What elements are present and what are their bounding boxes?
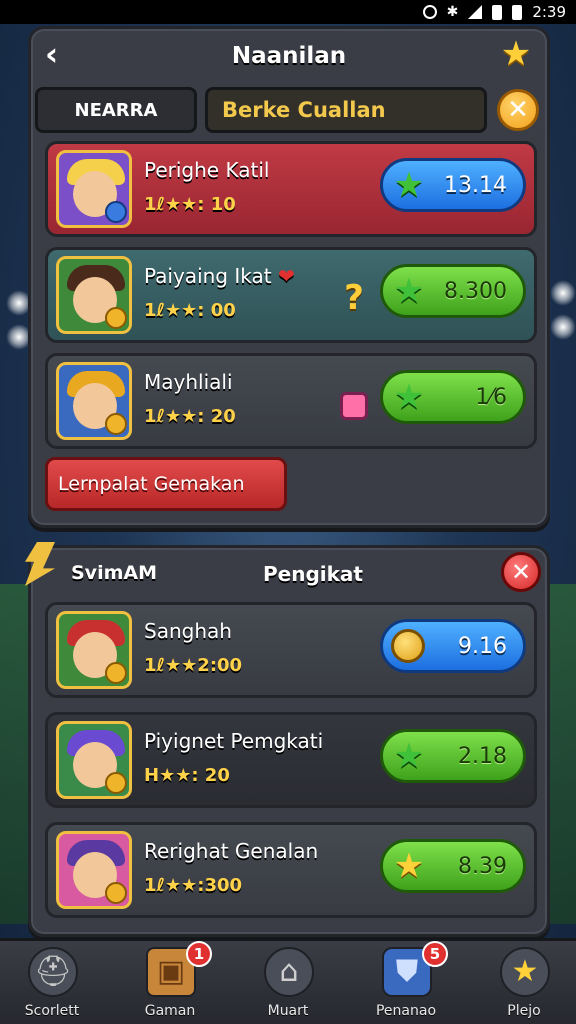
nav-label: Plejo [507,1003,541,1019]
star-icon: ★ [393,846,425,886]
close-button[interactable]: ✕ [501,552,541,592]
heart-icon: ❤ [277,264,295,288]
battery-icon [512,4,523,20]
buy-button[interactable]: ★ 13.14 [380,158,526,212]
hero-stats: 1ℓ★★:300 [144,875,243,896]
nav-item-gaman[interactable]: ▣ 1 Gaman [120,941,220,1024]
bottom-nav: ⛑ Scorlett ▣ 1 Gaman ⌂ Muart ⛊ 5 Penanao… [0,938,576,1024]
stadium-light [550,314,576,340]
close-icon: ✕ [510,558,532,586]
panel-label: SvimAM [71,562,157,584]
action-button[interactable]: Lernpalat Gemakan [45,457,287,511]
lightning-icon [25,542,55,586]
bluetooth-icon: ✱ [446,4,459,20]
filter-row: NEARRA Berke Cuallan ✕ [35,85,545,135]
tab-nearby[interactable]: NEARRA [35,87,197,133]
hero-card[interactable]: Perighe Katil 1ℓ★★: 10 ★ 13.14 [45,141,537,237]
clear-search-button[interactable]: ✕ [497,89,539,131]
price-value: 9.16 [458,634,507,659]
nav-label: Scorlett [24,1003,80,1019]
star-icon: ★ [500,947,550,997]
question-icon[interactable]: ? [340,281,368,315]
price-value: 8.300 [444,279,507,304]
hero-name: Rerighat Genalan [144,839,319,863]
panel-title: Naanilan [231,43,347,69]
hero-shop-panel: ‹ Naanilan ★ NEARRA Berke Cuallan ✕ Peri… [28,26,550,528]
hero-stats: H★★: 20 [144,765,230,786]
price-value: 8.39 [458,854,507,879]
search-field[interactable]: Berke Cuallan [205,87,487,133]
coin-icon [105,882,127,904]
panel-title: Pengikat [263,562,363,586]
hero-card[interactable]: Sanghah 1ℓ★★2:00 9.16 [45,602,537,698]
hero-card[interactable]: Mayhliali 1ℓ★★: 20 ★ 1⁄6 [45,353,537,449]
buy-button[interactable]: 9.16 [380,619,526,673]
helmet-icon: ⛑ [28,947,78,997]
star-icon: ★ [393,271,425,311]
hero-stats: 1ℓ★★: 10 [144,194,236,215]
hero-name-text: Paiyaing Ikat [144,264,272,288]
hero-stats: 1ℓ★★: 00 [144,300,236,321]
hero-stats: 1ℓ★★2:00 [144,655,243,676]
battery-icon [492,4,503,20]
hero-name: Perighe Katil [144,158,270,182]
gem-icon[interactable] [340,392,368,420]
upgrade-panel: SvimAM Pengikat ✕ Sanghah 1ℓ★★2:00 9.16 … [25,542,550,937]
hero-stats: 1ℓ★★: 20 [144,406,236,427]
star-icon: ★ [393,165,425,205]
hero-card[interactable]: Piyignet Pemgkati H★★: 20 ★ 2.18 [45,712,537,808]
star-icon: ★ [500,34,532,74]
hero-name: Mayhliali [144,370,233,394]
coin-icon [105,413,127,435]
notification-badge: 5 [422,941,448,967]
nav-label: Gaman [144,1003,196,1019]
hero-avatar [56,150,132,228]
panel-header: ‹ Naanilan ★ [31,29,547,85]
hero-avatar [56,721,132,799]
star-icon: ★ [393,736,425,776]
coin-icon [105,662,127,684]
buy-button[interactable]: ★ 8.300 [380,264,526,318]
nav-item-scorlett[interactable]: ⛑ Scorlett [2,945,102,1024]
hero-card[interactable]: Paiyaing Ikat ❤ 1ℓ★★: 00 ? ★ 8.300 [45,247,537,343]
house-icon: ⌂ [264,947,314,997]
hero-avatar [56,611,132,689]
alarm-icon [422,5,437,19]
stadium-light [550,280,576,306]
status-bar: ✱ 2:39 [0,0,576,24]
hero-name: Sanghah [144,619,232,643]
hero-name: Piyignet Pemgkati [144,729,324,753]
hero-avatar [56,831,132,909]
status-time: 2:39 [532,3,566,21]
coin-icon [105,307,127,329]
nav-item-muart[interactable]: ⌂ Muart [238,945,338,1024]
price-value: 1⁄6 [475,385,507,410]
close-icon: ✕ [507,95,529,125]
hero-avatar [56,362,132,440]
signal-icon [468,5,483,19]
notification-badge: 1 [186,941,212,967]
coin-icon [105,772,127,794]
hero-avatar [56,256,132,334]
favorite-star-button[interactable]: ★ [497,35,535,73]
buy-button[interactable]: ★ 1⁄6 [380,370,526,424]
nav-label: Muart [267,1003,309,1019]
nav-label: Penanao [375,1003,437,1019]
buy-button[interactable]: ★ 8.39 [380,839,526,893]
price-value: 13.14 [444,173,507,198]
hero-card[interactable]: Rerighat Genalan 1ℓ★★:300 ★ 8.39 [45,822,537,918]
nav-item-penanao[interactable]: ⛊ 5 Penanao [356,941,456,1024]
hero-name: Paiyaing Ikat ❤ [144,264,295,288]
price-value: 2.18 [458,744,507,769]
coin-icon [391,629,425,663]
buy-button[interactable]: ★ 2.18 [380,729,526,783]
star-icon: ★ [393,377,425,417]
nav-item-plejo[interactable]: ★ Plejo [474,945,574,1024]
rank-badge-icon [105,201,127,223]
